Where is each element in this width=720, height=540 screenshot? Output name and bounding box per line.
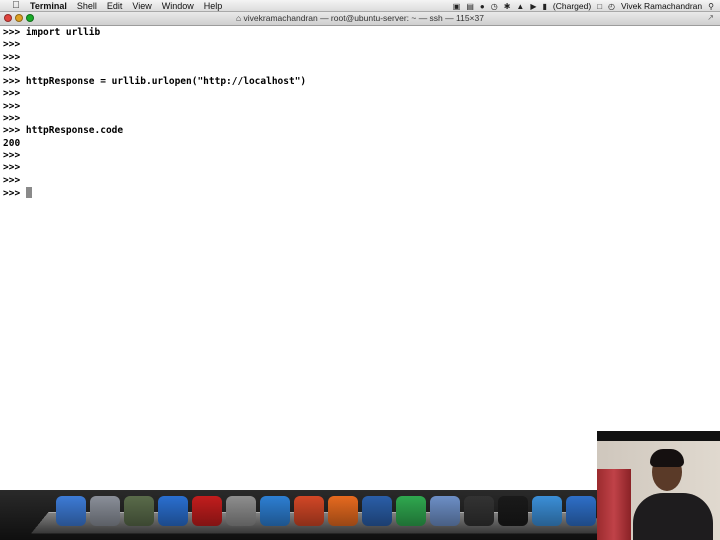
- system-preferences-icon[interactable]: [226, 496, 256, 526]
- presenter-body: [633, 493, 713, 540]
- apple-menu-icon[interactable]: : [10, 0, 22, 11]
- terminal-line: >>>: [3, 149, 21, 161]
- battery-status[interactable]: (Charged): [553, 1, 591, 11]
- safari-icon[interactable]: [532, 496, 562, 526]
- window-title-text: vivekramachandran — root@ubuntu-server: …: [243, 13, 484, 23]
- terminal-line: >>> httpResponse.code: [3, 125, 124, 137]
- terminal-line: 200: [3, 137, 21, 149]
- app-store-icon[interactable]: [430, 496, 460, 526]
- menu-view[interactable]: View: [132, 1, 151, 11]
- screen-icon[interactable]: ▣: [453, 2, 461, 11]
- photo-booth-icon[interactable]: [192, 496, 222, 526]
- webcam-curtain: [597, 469, 631, 540]
- chrome-icon[interactable]: [396, 496, 426, 526]
- window-title: ⌂ vivekramachandran — root@ubuntu-server…: [0, 13, 720, 23]
- launchpad-icon[interactable]: [90, 496, 120, 526]
- window-title-bar[interactable]: ⌂ vivekramachandran — root@ubuntu-server…: [0, 12, 720, 26]
- presenter-hair: [650, 449, 684, 467]
- terminal-line: >>>: [3, 113, 21, 125]
- battery-icon[interactable]: ▮: [543, 2, 547, 11]
- preview-icon[interactable]: [124, 496, 154, 526]
- itunes-icon[interactable]: [158, 496, 188, 526]
- spotlight-search-icon[interactable]: ⚲: [708, 2, 714, 11]
- terminal-line: >>>: [3, 100, 21, 112]
- terminal-icon[interactable]: [498, 496, 528, 526]
- dock: [56, 496, 596, 526]
- firefox-icon[interactable]: [328, 496, 358, 526]
- terminal-input-line[interactable]: >>>: [3, 186, 720, 199]
- prompt: >>>: [3, 187, 26, 199]
- terminal-line: >>> httpResponse = urllib.urlopen("http:…: [3, 76, 307, 88]
- terminal-line: >>>: [3, 162, 21, 174]
- volume-icon[interactable]: ▶: [530, 2, 536, 11]
- status-area: ▣ ▤ ● ◷ ✱ ▲ ▶ ▮ (Charged) □ ◴ Vivek Rama…: [453, 0, 714, 12]
- menu-bar:  Terminal Shell Edit View Window Help ▣…: [0, 0, 720, 12]
- terminal-line: >>>: [3, 51, 21, 63]
- time-machine-icon[interactable]: ◷: [491, 2, 498, 11]
- quicktime-icon[interactable]: [566, 496, 596, 526]
- clipboard-icon[interactable]: ▤: [466, 2, 474, 11]
- terminal-line: >>>: [3, 63, 21, 75]
- user-name[interactable]: Vivek Ramachandran: [621, 1, 702, 11]
- clock-icon[interactable]: ◴: [608, 2, 615, 11]
- wifi-icon[interactable]: ▲: [516, 2, 524, 11]
- terminal-line: >>>: [3, 174, 21, 186]
- terminal-line: >>> import urllib: [3, 27, 101, 38]
- virtualbox-icon[interactable]: [362, 496, 392, 526]
- menu-help[interactable]: Help: [204, 1, 223, 11]
- growl-icon[interactable]: ●: [480, 2, 485, 11]
- text-cursor: [25, 186, 32, 198]
- powerpoint-icon[interactable]: [294, 496, 324, 526]
- menu-shell[interactable]: Shell: [77, 1, 97, 11]
- menu-edit[interactable]: Edit: [107, 1, 123, 11]
- display-icon[interactable]: [464, 496, 494, 526]
- home-folder-icon: ⌂: [236, 13, 242, 23]
- app-menu-terminal[interactable]: Terminal: [30, 1, 67, 11]
- finder-icon[interactable]: [56, 496, 86, 526]
- terminal-line: >>>: [3, 39, 21, 51]
- menu-window[interactable]: Window: [162, 1, 194, 11]
- keyboard-input-icon[interactable]: □: [597, 2, 602, 11]
- webcam-overlay: [597, 431, 720, 540]
- bluetooth-icon[interactable]: ✱: [504, 2, 511, 11]
- terminal-output[interactable]: >>> import urllib >>> >>> >>> >>> httpRe…: [0, 26, 720, 490]
- fullscreen-icon[interactable]: ↗: [707, 13, 714, 22]
- word-icon[interactable]: [260, 496, 290, 526]
- webcam-top-border: [597, 431, 720, 441]
- terminal-line: >>>: [3, 88, 21, 100]
